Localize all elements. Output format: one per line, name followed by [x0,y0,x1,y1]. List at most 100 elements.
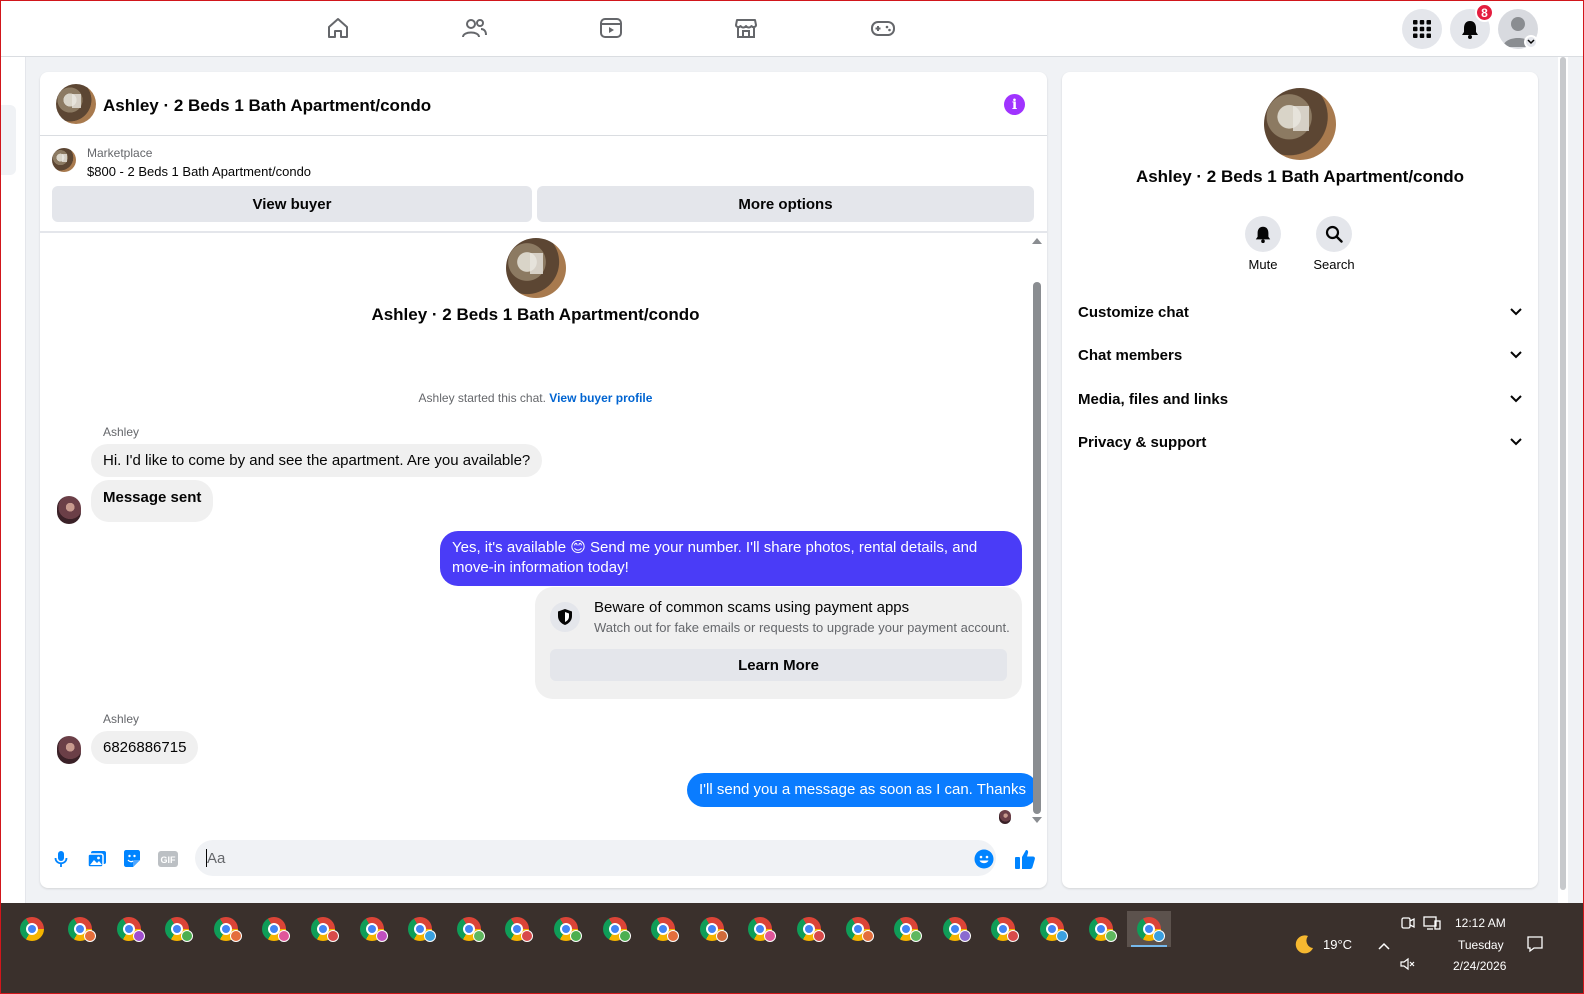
listing-avatar[interactable] [56,84,96,124]
profile-badge [861,930,874,942]
more-options-button[interactable]: More options [537,186,1034,222]
chrome-profile-window-button[interactable] [836,911,880,947]
chrome-profile-window-button[interactable] [738,911,782,947]
chat-title[interactable]: Ashley · 2 Beds 1 Bath Apartment/condo [103,96,431,116]
chrome-profile-window-button[interactable] [350,911,394,947]
view-buyer-button[interactable]: View buyer [52,186,532,222]
incoming-message[interactable]: Hi. I'd like to come by and see the apar… [91,444,543,477]
clock-time[interactable]: 12:12 AM [1455,916,1506,930]
mute-button[interactable]: Mute [1233,216,1293,272]
scroll-down-arrow[interactable] [1032,817,1042,823]
media-files-links-section[interactable]: Media, files and links [1078,381,1522,417]
chrome-profile-window-button[interactable] [447,911,491,947]
notification-center-icon[interactable] [1526,935,1544,958]
chrome-profile-window-button[interactable] [933,911,977,947]
sender-avatar[interactable] [57,736,81,764]
sidebar-tab[interactable] [0,105,16,175]
scrollbar[interactable] [1031,238,1042,823]
listing-price[interactable]: $800 - 2 Beds 1 Bath Apartment/condo [87,164,311,179]
profile-badge [472,930,485,942]
search-label: Search [1313,257,1355,272]
gaming-icon[interactable] [869,14,897,42]
scroll-up-arrow[interactable] [1032,238,1042,244]
chat-members-section[interactable]: Chat members [1078,337,1522,373]
network-icon[interactable] [1423,915,1441,936]
text-cursor [206,849,207,867]
notifications-button[interactable]: 8 [1450,3,1494,49]
profile-badge [132,930,145,942]
incoming-message[interactable]: Message sent [91,480,214,522]
left-sidebar [0,57,26,903]
sender-avatar[interactable] [57,496,81,524]
clock-day[interactable]: Tuesday [1458,938,1504,952]
search-icon [1316,216,1352,252]
thumbs-up-icon[interactable] [1013,847,1037,871]
chrome-profile-window-button[interactable] [1127,911,1172,947]
page-scrollbar-thumb[interactable] [1560,57,1566,890]
chevron-down-icon[interactable] [1524,35,1538,49]
conversation-info-panel: Ashley · 2 Beds 1 Bath Apartment/condo M… [1062,72,1538,888]
chevron-up-icon[interactable] [1378,937,1390,955]
info-icon[interactable]: i [1004,94,1025,115]
mute-label: Mute [1248,257,1278,272]
message-input[interactable] [195,840,996,876]
sticker-icon[interactable] [122,849,142,869]
chrome-profile-window-button[interactable] [107,911,151,947]
emoji-icon[interactable] [974,849,994,869]
friends-icon[interactable] [460,14,488,42]
chrome-profile-window-button[interactable] [690,911,734,947]
profile-badge [424,930,437,942]
marketplace-icon[interactable] [732,14,760,42]
chrome-profile-window-button[interactable] [593,911,637,947]
seen-avatar [999,810,1011,824]
chrome-profile-window-button[interactable] [884,911,928,947]
moon-icon[interactable] [1293,933,1315,955]
info-avatar[interactable] [1264,88,1336,160]
customize-chat-section[interactable]: Customize chat [1078,294,1522,330]
photo-icon[interactable] [87,849,107,869]
clock-date[interactable]: 2/24/2026 [1453,959,1506,973]
chat-panel: Ashley · 2 Beds 1 Bath Apartment/condo i… [40,72,1047,888]
chevron-down-icon [1510,395,1522,403]
notification-badge: 8 [1475,3,1494,22]
view-buyer-profile-link[interactable]: View buyer profile [549,391,652,405]
chrome-profile-window-button[interactable] [58,911,102,947]
chrome-profile-window-button[interactable] [544,911,588,947]
chrome-taskbar-button[interactable] [10,911,54,947]
incoming-message[interactable]: 6826886715 [91,731,199,764]
outgoing-message[interactable]: Yes, it's available 😊 Send me your numbe… [440,531,1022,586]
profile-badge [278,930,291,942]
profile-badge [910,930,923,942]
chrome-profile-window-button[interactable] [398,911,442,947]
sender-name: Ashley [103,425,140,439]
search-button[interactable]: Search [1304,216,1364,272]
learn-more-button[interactable]: Learn More [550,649,1007,681]
chrome-profile-window-button[interactable] [301,911,345,947]
weather-temperature[interactable]: 19°C [1323,937,1352,952]
chrome-profile-window-button[interactable] [1079,911,1123,947]
privacy-support-section[interactable]: Privacy & support [1078,424,1522,460]
menu-grid-button[interactable] [1402,9,1442,49]
chrome-profile-window-button[interactable] [495,911,539,947]
gif-icon[interactable]: GIF [158,849,178,869]
message-list[interactable]: Ashley · 2 Beds 1 Bath Apartment/condo A… [40,233,1047,828]
chrome-profile-window-button[interactable] [155,911,199,947]
page-scrollbar[interactable] [1558,57,1568,903]
chrome-profile-window-button[interactable] [641,911,685,947]
home-icon[interactable] [324,14,352,42]
chrome-profile-window-button[interactable] [252,911,296,947]
profile-badge [715,930,728,942]
chrome-profile-window-button[interactable] [1030,911,1074,947]
chrome-profile-window-button[interactable] [204,911,248,947]
chrome-profile-window-button[interactable] [981,911,1025,947]
profile-badge [958,930,971,942]
outgoing-message[interactable]: I'll send you a message as soon as I can… [687,773,1038,807]
speaker-muted-icon[interactable] [1400,957,1416,976]
video-icon[interactable] [597,14,625,42]
scam-warning-title: Beware of common scams using payment app… [594,599,910,616]
marketplace-label: Marketplace [87,146,153,160]
chrome-profile-window-button[interactable] [787,911,831,947]
microphone-icon[interactable] [51,849,71,869]
scrollbar-thumb[interactable] [1033,282,1041,814]
meet-icon[interactable] [1400,915,1416,936]
